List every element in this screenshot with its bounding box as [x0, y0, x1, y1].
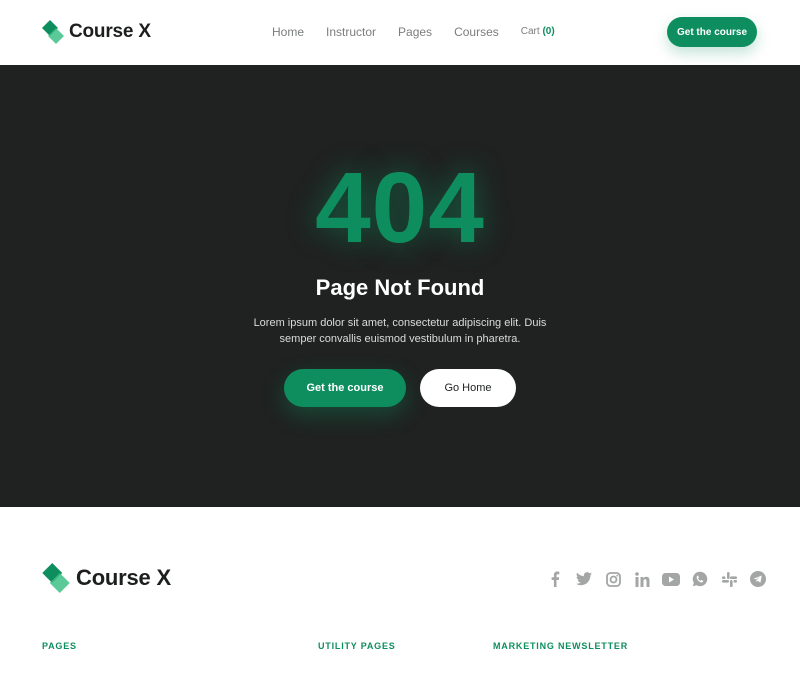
twitter-icon[interactable]: [575, 570, 593, 588]
nav-pages[interactable]: Pages: [398, 25, 432, 39]
facebook-icon[interactable]: [546, 570, 564, 588]
nav-home[interactable]: Home: [272, 25, 304, 39]
linkedin-icon[interactable]: [633, 570, 651, 588]
main-nav: Home Instructor Pages Courses Cart (0): [272, 25, 555, 39]
cart-label: Cart: [520, 26, 540, 37]
logo[interactable]: Course X: [42, 20, 151, 44]
error-hero: 404 Page Not Found Lorem ipsum dolor sit…: [0, 65, 800, 507]
course-x-logo-icon: [42, 20, 64, 44]
get-course-button[interactable]: Get the course: [284, 369, 406, 407]
footer-logo[interactable]: Course X: [42, 563, 171, 593]
footer-col-utility: UTILITY PAGES: [318, 641, 396, 651]
header-get-course-button[interactable]: Get the course: [667, 17, 757, 47]
nav-cart[interactable]: Cart (0): [521, 26, 555, 39]
footer-logo-text: Course X: [76, 565, 171, 590]
telegram-icon[interactable]: [749, 570, 767, 588]
social-links: [546, 570, 767, 588]
footer-col-newsletter: MARKETING NEWSLETTER: [493, 641, 628, 651]
error-description: Lorem ipsum dolor sit amet, consectetur …: [253, 317, 547, 345]
error-code: 404: [315, 152, 485, 264]
page-title: Page Not Found: [315, 275, 485, 300]
footer-col-pages: PAGES: [42, 641, 77, 651]
cart-count: (0): [542, 26, 555, 37]
course-x-logo-icon: [42, 563, 70, 593]
nav-instructor[interactable]: Instructor: [326, 25, 376, 39]
nav-courses[interactable]: Courses: [454, 25, 499, 39]
slack-icon[interactable]: [720, 570, 738, 588]
site-header: Course X Home Instructor Pages Courses C…: [0, 0, 800, 65]
go-home-button[interactable]: Go Home: [420, 369, 516, 407]
whatsapp-icon[interactable]: [691, 570, 709, 588]
instagram-icon[interactable]: [604, 570, 622, 588]
logo-text: Course X: [69, 21, 151, 42]
youtube-icon[interactable]: [662, 570, 680, 588]
